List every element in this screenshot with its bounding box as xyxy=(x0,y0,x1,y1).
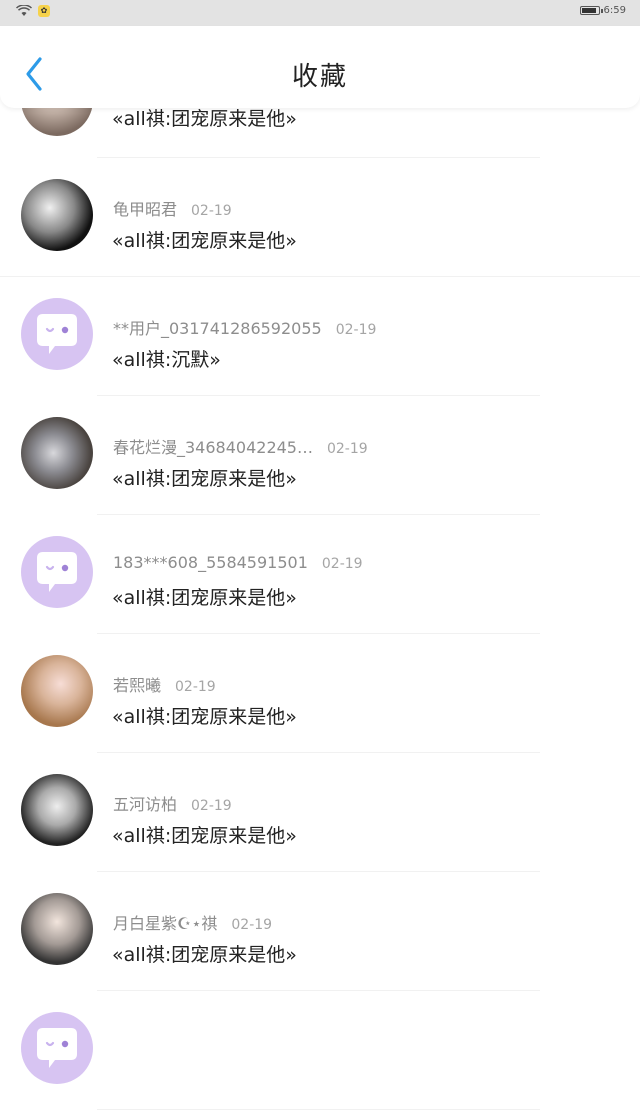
post-date: 02-19 xyxy=(175,679,216,695)
avatar[interactable] xyxy=(21,298,93,370)
post-date: 02-19 xyxy=(321,556,363,572)
post-date: 02-19 xyxy=(335,322,377,338)
post-date: 02-19 xyxy=(191,203,232,219)
avatar[interactable] xyxy=(21,536,93,608)
list-item[interactable]: 月白星紫☪⋆祺 02-19 «all祺:团宠原来是他» xyxy=(0,872,640,991)
avatar[interactable] xyxy=(21,774,93,846)
list-item[interactable]: 183***608_5584591501 02-19 «all祺:团宠原来是他» xyxy=(0,515,640,634)
list-item[interactable]: 春花烂漫_34684042245… 02-19 «all祺:团宠原来是他» xyxy=(0,396,640,515)
story-title[interactable]: «all祺:团宠原来是他» xyxy=(112,821,297,848)
top-header: 收藏 xyxy=(0,26,640,108)
username[interactable]: 月白星紫☪⋆祺 xyxy=(113,910,217,934)
chat-bubble-icon xyxy=(37,314,77,354)
username[interactable]: 183***608_5584591501 xyxy=(113,553,308,572)
avatar[interactable] xyxy=(21,893,93,965)
username[interactable]: 若熙曦 xyxy=(113,672,161,696)
story-title[interactable]: «all祺:团宠原来是他» xyxy=(112,583,297,610)
story-title[interactable]: «all祺:团宠原来是他» xyxy=(112,702,297,729)
list-item[interactable]: 龟甲昭君 02-19 «all祺:团宠原来是他» xyxy=(0,158,640,277)
username[interactable]: **用户_031741286592055 xyxy=(113,315,322,339)
username[interactable]: 五河访柏 xyxy=(113,791,177,815)
story-title[interactable]: «all祺:团宠原来是他» xyxy=(112,104,297,131)
list-item[interactable] xyxy=(0,991,640,1110)
username[interactable]: 龟甲昭君 xyxy=(113,196,177,220)
page-title: 收藏 xyxy=(291,62,348,92)
story-title[interactable]: «all祺:团宠原来是他» xyxy=(112,940,297,967)
story-title[interactable]: «all祺:沉默» xyxy=(112,345,221,372)
post-date: 02-19 xyxy=(326,441,368,457)
story-title[interactable]: «all祺:团宠原来是他» xyxy=(112,464,297,491)
post-date: 02-19 xyxy=(231,917,273,933)
list-item[interactable]: 五河访柏 02-19 «all祺:团宠原来是他» xyxy=(0,753,640,872)
list-item[interactable]: **用户_031741286592055 02-19 «all祺:沉默» xyxy=(0,277,640,396)
avatar[interactable] xyxy=(21,179,93,251)
avatar[interactable] xyxy=(21,655,93,727)
avatar[interactable] xyxy=(21,417,93,489)
chat-bubble-icon xyxy=(37,1028,77,1068)
list-item[interactable]: 若熙曦 02-19 «all祺:团宠原来是他» xyxy=(0,634,640,753)
story-title[interactable]: «all祺:团宠原来是他» xyxy=(112,226,297,253)
favorites-list: «all祺:团宠原来是他» 龟甲昭君 02-19 «all祺:团宠原来是他» *… xyxy=(0,64,640,1110)
chat-bubble-icon xyxy=(37,552,77,592)
post-date: 02-19 xyxy=(191,798,232,814)
avatar[interactable] xyxy=(21,1012,93,1084)
username[interactable]: 春花烂漫_34684042245… xyxy=(113,434,313,458)
